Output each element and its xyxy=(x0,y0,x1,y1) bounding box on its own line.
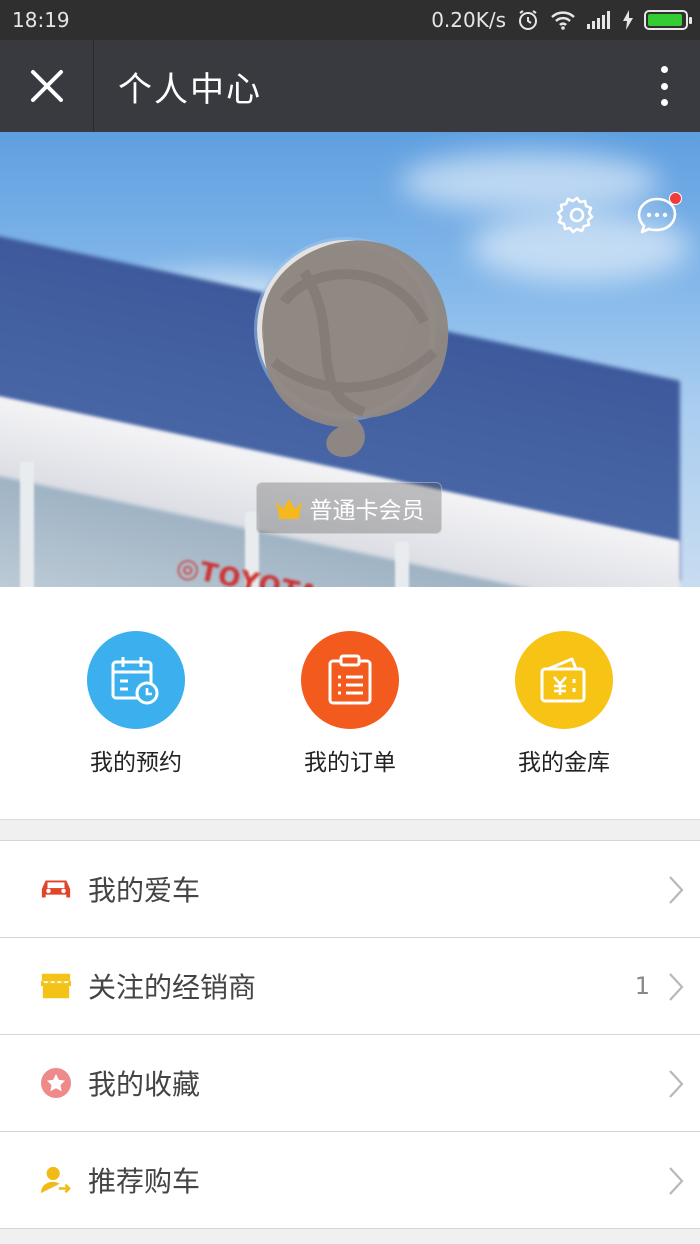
building-pillar xyxy=(20,462,34,587)
status-icons: 0.20K/s xyxy=(431,8,692,32)
car-icon xyxy=(40,873,72,905)
avatar-redaction xyxy=(263,240,449,457)
wallet-yen-icon xyxy=(540,657,586,703)
menu-item-followed-dealers[interactable]: 关注的经销商 1 xyxy=(0,938,700,1035)
star-circle-icon xyxy=(40,1067,72,1099)
menu-item-label: 关注的经销商 xyxy=(88,971,257,1004)
chevron-right-icon xyxy=(669,1167,684,1195)
charging-icon xyxy=(622,9,634,31)
user-share-icon xyxy=(40,1164,72,1196)
close-button[interactable] xyxy=(0,40,94,132)
quick-action-appointments[interactable]: 我的预约 xyxy=(41,631,231,777)
menu-item-count: 1 xyxy=(634,972,650,1000)
orders-icon-circle xyxy=(301,631,399,729)
vault-icon-circle xyxy=(515,631,613,729)
title-bar: 个人中心 xyxy=(0,40,700,132)
calendar-clock-icon xyxy=(111,657,159,705)
clipboard-list-icon xyxy=(328,654,372,705)
gear-icon xyxy=(556,196,594,234)
menu-item-favorites[interactable]: 我的收藏 xyxy=(0,1035,700,1132)
signal-icon xyxy=(586,10,612,30)
more-dot xyxy=(660,82,668,90)
battery-level xyxy=(648,14,683,26)
quick-actions: 我的预约 我的订单 我的金库 xyxy=(0,587,700,820)
more-dot xyxy=(660,99,668,106)
member-level-label: 普通卡会员 xyxy=(309,498,425,524)
appointments-icon-circle xyxy=(87,631,185,729)
store-icon xyxy=(40,970,72,1002)
alarm-icon xyxy=(516,8,540,32)
menu-item-label: 我的收藏 xyxy=(88,1068,201,1101)
quick-action-orders[interactable]: 我的订单 xyxy=(255,631,445,777)
settings-button[interactable] xyxy=(556,194,598,236)
page-title: 个人中心 xyxy=(118,69,262,110)
member-level-badge: 普通卡会员 xyxy=(256,482,442,534)
battery-icon xyxy=(644,10,692,30)
chevron-right-icon xyxy=(669,973,684,1001)
menu-list: 我的爱车 关注的经销商 1 我的收藏 推荐购车 xyxy=(0,840,700,1229)
profile-header: ◎TOYOTA 普通卡会员 xyxy=(0,132,700,587)
status-time: 18:19 xyxy=(12,8,70,32)
chevron-right-icon xyxy=(669,876,684,904)
crown-icon xyxy=(275,499,302,519)
unread-badge xyxy=(669,192,682,205)
more-dot xyxy=(660,66,668,73)
vault-label: 我的金库 xyxy=(518,750,610,776)
appointments-label: 我的预约 xyxy=(90,750,182,776)
menu-item-label: 我的爱车 xyxy=(88,874,201,907)
menu-item-label: 推荐购车 xyxy=(88,1165,201,1198)
messages-button[interactable] xyxy=(636,192,682,236)
header-actions xyxy=(556,192,682,236)
wifi-icon xyxy=(550,9,576,31)
chevron-right-icon xyxy=(669,1070,684,1098)
quick-action-vault[interactable]: 我的金库 xyxy=(469,631,659,777)
network-speed: 0.20K/s xyxy=(431,8,506,32)
close-icon xyxy=(30,70,63,102)
building-pillar xyxy=(395,542,409,587)
status-bar: 18:19 0.20K/s xyxy=(0,0,700,40)
menu-item-recommend-purchase[interactable]: 推荐购车 xyxy=(0,1132,700,1229)
more-button[interactable] xyxy=(654,64,674,108)
orders-label: 我的订单 xyxy=(304,750,396,776)
menu-item-my-car[interactable]: 我的爱车 xyxy=(0,841,700,938)
